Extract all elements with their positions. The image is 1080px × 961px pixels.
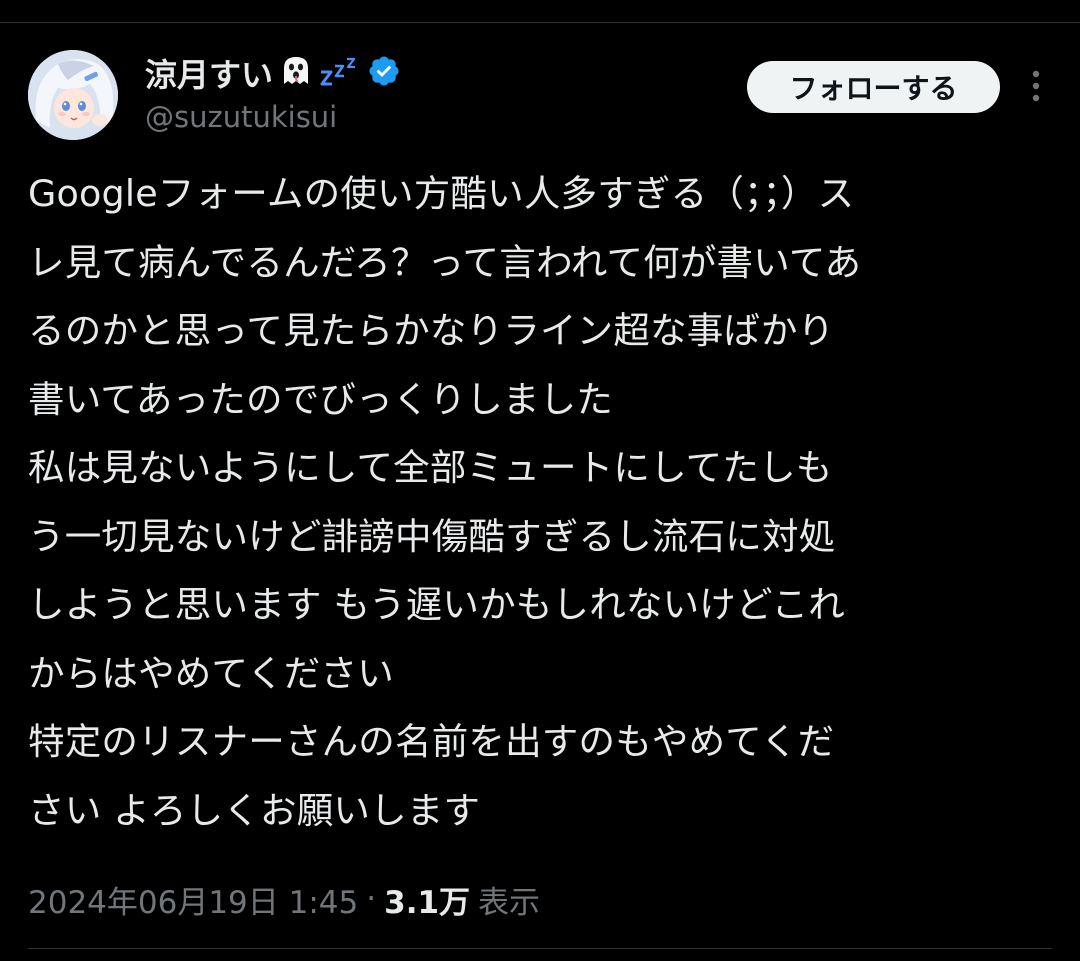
zzz-icon	[319, 56, 361, 90]
tweet-line: 書いてあったのでびっくりしました	[28, 377, 614, 421]
timestamp-link[interactable]: 2024年06月19日 1:45	[28, 877, 358, 922]
tweet-line: Googleフォームの使い方酷い人多すぎる（；；）ス	[28, 172, 855, 215]
bottom-divider	[28, 948, 1052, 949]
tweet-line: しようと思います もう遅いかもしれないけどこれ	[28, 583, 846, 626]
tweet-line: う一切見ないけど誹謗中傷酷すぎるし流石に対処	[28, 514, 836, 558]
tweet-line: 特定のリスナーさんの名前を出すのもやめてくだ	[28, 720, 835, 763]
avatar-image	[28, 50, 118, 140]
tweet-line: からはやめてください	[28, 651, 394, 695]
views-label: 表示	[478, 884, 541, 921]
follow-button[interactable]: フォローする	[747, 61, 1000, 113]
meta-separator: ·	[366, 881, 377, 917]
more-horizontal-icon[interactable]	[1016, 66, 1056, 106]
tweet-line: るのかと思って見たらかなりライン超な事ばかり	[28, 309, 835, 352]
tweet-line: レ見て病んでるんだろ？って言われて何が書いてあ	[28, 240, 862, 284]
tweet-meta: 2024年06月19日 1:45 · 3.1万 表示	[28, 874, 540, 924]
verified-badge-icon	[367, 54, 401, 92]
avatar[interactable]	[28, 50, 118, 140]
display-name[interactable]: 涼月すい	[145, 50, 273, 96]
views-count: 3.1万	[384, 884, 471, 921]
tweet-line: 私は見ないようにして全部ミュートにしてたしも	[28, 446, 833, 489]
ghost-icon	[279, 54, 313, 92]
author-name-row[interactable]: 涼月すい	[145, 50, 401, 96]
tweet-text: Googleフォームの使い方酷い人多すぎる（；；）ス レ見て病んでるんだろ？って…	[28, 160, 1058, 845]
top-divider	[0, 22, 1080, 23]
handle[interactable]: @suzutukisui	[145, 100, 337, 134]
tweet-line: さい よろしくお願いします	[28, 788, 481, 832]
